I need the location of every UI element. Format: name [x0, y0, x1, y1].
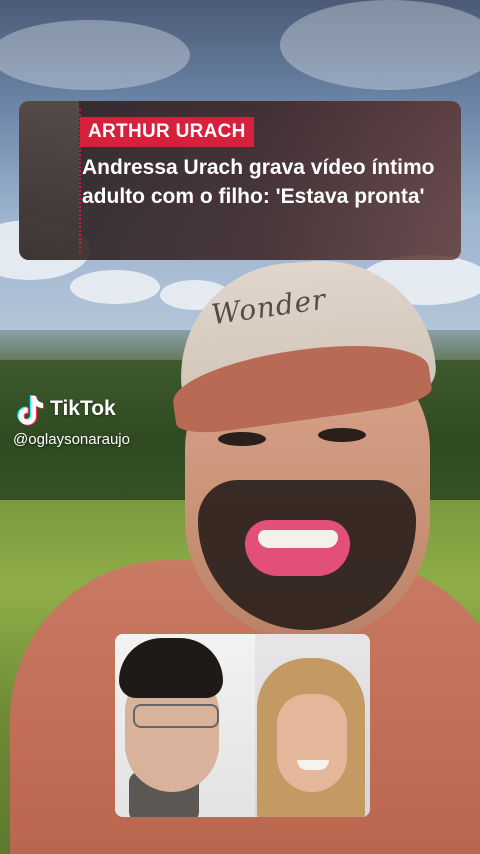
teeth	[258, 530, 338, 548]
news-headline: Andressa Urach grava vídeo íntimo adulto…	[82, 156, 435, 208]
tiktok-handle: @oglaysonaraujo	[13, 431, 130, 448]
tiktok-logo-icon	[17, 395, 45, 426]
news-tag: ARTHUR URACH	[80, 117, 254, 147]
video-frame[interactable]: Wonder ARTHUR URACH Andressa Urach grava…	[0, 0, 480, 854]
woman-smile	[297, 760, 329, 770]
lips	[245, 520, 350, 576]
glasses	[133, 704, 219, 728]
left-eye	[218, 432, 266, 446]
woman-face	[277, 694, 347, 792]
right-eye	[318, 428, 366, 442]
man-hair	[119, 638, 223, 698]
inset-photo	[115, 634, 370, 817]
news-thumbnail	[19, 101, 79, 260]
tiktok-app-name: TikTok	[50, 397, 116, 420]
tiktok-watermark: TikTok @oglaysonaraujo	[13, 394, 195, 454]
